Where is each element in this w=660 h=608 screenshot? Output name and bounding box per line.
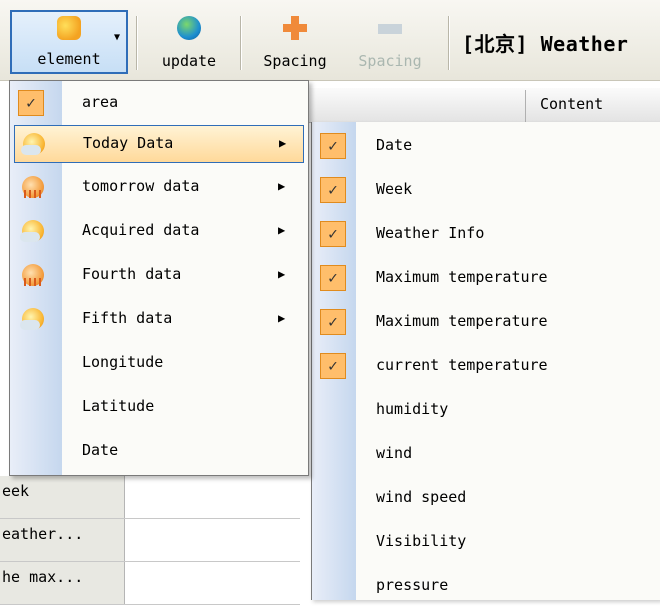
menu-item-date[interactable]: Date (10, 431, 308, 473)
menu-item-tomorrow-data[interactable]: tomorrow data ▶ (10, 167, 308, 209)
submenu-item-label: humidity (376, 400, 449, 418)
globe-icon (177, 16, 201, 40)
check-icon: ✓ (320, 353, 346, 379)
row-label: eather... (0, 519, 125, 561)
submenu-arrow-icon: ▶ (278, 179, 286, 193)
check-icon: ✓ (320, 177, 346, 203)
submenu-item-label: Date (376, 136, 413, 154)
submenu-item-current-temperature[interactable]: ✓ current temperature (312, 344, 660, 388)
submenu-arrow-icon: ▶ (279, 136, 287, 150)
update-button-label: update (161, 52, 217, 70)
chevron-down-icon: ▼ (113, 32, 120, 43)
submenu-item-maximum-temperature[interactable]: ✓ Maximum temperature (312, 256, 660, 300)
toolbar-separator (136, 16, 137, 70)
submenu-item-label: Maximum temperature (376, 268, 548, 286)
table-row[interactable]: eek (0, 476, 300, 519)
submenu-item-visibility[interactable]: Visibility (312, 520, 660, 564)
menu-item-area[interactable]: ✓ area (10, 83, 308, 125)
spacing-increase-button[interactable]: Spacing (250, 12, 340, 74)
sun-cloud-icon (21, 133, 45, 155)
grid-rows: eek eather... he max... (0, 476, 300, 605)
check-icon: ✓ (320, 221, 346, 247)
submenu-item-label: pressure (376, 576, 449, 594)
row-label: eek (0, 476, 125, 518)
submenu-item-weather-info[interactable]: ✓ Weather Info (312, 212, 660, 256)
minus-icon (378, 24, 402, 34)
submenu-item-maximum-temperature-2[interactable]: ✓ Maximum temperature (312, 300, 660, 344)
submenu-item-label: Week (376, 180, 413, 198)
submenu-item-label: Visibility (376, 532, 467, 550)
submenu-item-label: wind (376, 444, 413, 462)
table-row[interactable]: eather... (0, 519, 300, 562)
menu-item-label: Fourth data (82, 265, 182, 283)
row-value[interactable] (126, 519, 300, 561)
submenu-item-wind-speed[interactable]: wind speed (312, 476, 660, 520)
today-data-submenu: ✓ Date ✓ Week ✓ Weather Info ✓ Maximum t… (311, 122, 660, 600)
submenu-arrow-icon: ▶ (278, 267, 286, 281)
toolbar-separator (240, 16, 241, 70)
submenu-item-label: Maximum temperature (376, 312, 548, 330)
spacing-decrease-label: Spacing (358, 52, 422, 70)
spacing-decrease-button[interactable]: Spacing (340, 12, 440, 74)
submenu-item-label: Weather Info (376, 224, 485, 242)
row-value[interactable] (126, 476, 300, 518)
element-icon (57, 16, 81, 40)
submenu-item-humidity[interactable]: humidity (312, 388, 660, 432)
update-button[interactable]: update (145, 12, 233, 74)
menu-item-label: Fifth data (82, 309, 173, 327)
submenu-arrow-icon: ▶ (278, 311, 286, 325)
row-label: he max... (0, 562, 125, 604)
menu-item-label: Today Data (83, 134, 174, 152)
row-value[interactable] (126, 562, 300, 604)
check-icon: ✓ (320, 265, 346, 291)
menu-item-label: Acquired data (82, 221, 200, 239)
menu-item-longitude[interactable]: Longitude (10, 343, 308, 385)
content-column-header[interactable]: Content (540, 95, 603, 113)
submenu-item-label: current temperature (376, 356, 548, 374)
submenu-item-date[interactable]: ✓ Date (312, 124, 660, 168)
window-title: [北京] Weather (462, 32, 629, 56)
submenu-arrow-icon: ▶ (278, 223, 286, 237)
plus-icon (283, 16, 307, 40)
menu-item-label: Latitude (82, 397, 155, 415)
sun-cloud-icon (20, 308, 44, 330)
menu-item-acquired-data[interactable]: Acquired data ▶ (10, 211, 308, 253)
menu-item-today-data[interactable]: Today Data ▶ (14, 125, 304, 163)
check-icon: ✓ (320, 133, 346, 159)
spacing-increase-label: Spacing (263, 52, 327, 70)
menu-item-label: Date (82, 441, 119, 459)
submenu-item-week[interactable]: ✓ Week (312, 168, 660, 212)
submenu-item-label: wind speed (376, 488, 467, 506)
element-dropdown-menu: ✓ area Today Data ▶ tomorrow data ▶ Acqu… (9, 80, 309, 476)
sun-cloud-icon (20, 220, 44, 242)
toolbar: ▼ element update Spacing Spacing [北京] We… (0, 0, 660, 81)
check-icon: ✓ (18, 90, 44, 116)
grid-header (300, 88, 660, 123)
check-icon: ✓ (320, 309, 346, 335)
menu-item-label: tomorrow data (82, 177, 200, 195)
submenu-item-pressure[interactable]: pressure (312, 564, 660, 608)
element-button-label: element (37, 50, 101, 68)
storm-icon (22, 176, 44, 198)
menu-item-latitude[interactable]: Latitude (10, 387, 308, 429)
menu-item-label: Longitude (82, 353, 164, 371)
menu-item-label: area (82, 93, 119, 111)
menu-item-fourth-data[interactable]: Fourth data ▶ (10, 255, 308, 297)
column-divider[interactable] (525, 90, 526, 122)
toolbar-separator (448, 16, 449, 70)
menu-item-fifth-data[interactable]: Fifth data ▶ (10, 299, 308, 341)
storm-icon (22, 264, 44, 286)
element-dropdown-button[interactable]: ▼ element (10, 10, 128, 74)
submenu-item-wind[interactable]: wind (312, 432, 660, 476)
table-row[interactable]: he max... (0, 562, 300, 605)
